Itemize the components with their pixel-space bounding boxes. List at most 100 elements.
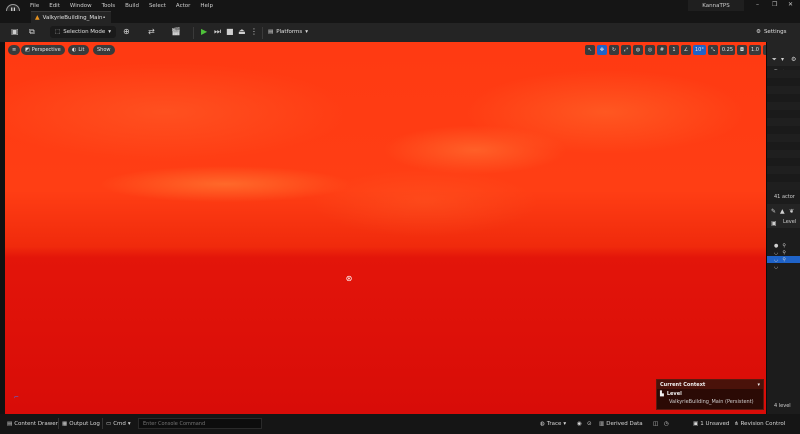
level-row[interactable]: ● ⚲ xyxy=(767,242,800,249)
history-icon[interactable]: ◷ xyxy=(664,418,669,430)
context-level-name[interactable]: ValkyrieBuilding_Main (Persistent) xyxy=(657,399,763,405)
chevron-down-icon: ▾ xyxy=(757,381,760,388)
show-button[interactable]: Show xyxy=(93,45,115,55)
chevron-down-icon: ▾ xyxy=(305,29,309,35)
chevron-down-icon[interactable]: ▾ xyxy=(781,56,784,63)
database-icon: ▥ xyxy=(599,421,605,427)
cmd-dropdown[interactable]: ▭ Cmd ▾ xyxy=(106,418,131,430)
level-row[interactable]: ◡ ⚲ xyxy=(767,249,800,256)
minimize-button[interactable]: – xyxy=(756,1,759,8)
context-header[interactable]: Current Context ▾ xyxy=(657,380,763,389)
outliner-settings-icon[interactable]: ⚙ xyxy=(791,56,796,63)
menu-file[interactable]: File xyxy=(30,3,39,9)
play-icon[interactable]: ▶ xyxy=(201,27,207,36)
rotation-snap-value[interactable]: 10° xyxy=(693,44,706,55)
surface-snap-icon[interactable]: ◎ xyxy=(645,44,655,55)
menu-bar: File Edit Window Tools Build Select Acto… xyxy=(30,3,213,9)
tab-level[interactable]: ▲ ValkyrieBuilding_Main• xyxy=(31,11,111,23)
menu-tools[interactable]: Tools xyxy=(102,3,116,9)
foliage-icon[interactable]: ❦ xyxy=(789,208,794,215)
content-browser-icon[interactable]: ⧉ xyxy=(29,27,35,37)
maximize-button[interactable]: ❐ xyxy=(772,1,777,8)
lit-button[interactable]: ◐ Lit xyxy=(68,45,89,55)
actor-count: 41 actor xyxy=(774,194,795,200)
derived-data-button[interactable]: ▥ Derived Data xyxy=(599,418,643,430)
add-actor-icon[interactable]: ⊕ xyxy=(123,27,130,36)
scale-snap-value[interactable]: 0.25 xyxy=(719,44,736,55)
trace-label: Trace xyxy=(546,421,562,427)
rotation-snap-icon[interactable]: ∠ xyxy=(681,44,691,55)
filter-icon[interactable]: ⏷ xyxy=(772,56,777,64)
viewport-transform-toolbar: ↖ ✥ ↻ ⤢ ◍ ◎ # 1 ∠ 10° ⤡ 0.25 ◘ 1.0 ⊞ xyxy=(585,44,766,55)
camera-speed-icon[interactable]: ◘ xyxy=(737,44,748,55)
settings-dropdown[interactable]: ⚙ Settings xyxy=(756,26,787,38)
revision-control-icon: ⋔ xyxy=(734,421,739,427)
perspective-label: Perspective xyxy=(31,47,61,53)
lock-icon[interactable]: ⚲ xyxy=(782,257,786,263)
menu-select[interactable]: Select xyxy=(149,3,166,9)
level-icon: ▣ xyxy=(771,220,777,227)
more-options-icon[interactable]: ⋮ xyxy=(250,27,258,36)
eye-closed-icon[interactable]: ◡ xyxy=(774,264,778,270)
level-count: 4 level xyxy=(774,403,791,409)
content-drawer-button[interactable]: ▤ Content Drawer xyxy=(7,418,58,430)
player-start-icon[interactable]: ⊛ xyxy=(344,274,354,284)
translate-tool-icon[interactable]: ✥ xyxy=(597,44,607,55)
scale-tool-icon[interactable]: ⤢ xyxy=(621,44,631,55)
grid-snap-icon[interactable]: # xyxy=(657,44,667,55)
perspective-button[interactable]: ◩ Perspective xyxy=(21,45,65,55)
menu-window[interactable]: Window xyxy=(70,3,92,9)
settings-label: Settings xyxy=(763,29,787,35)
camera-icon[interactable]: ◉ xyxy=(577,418,582,430)
console-command-input[interactable] xyxy=(138,418,262,429)
menu-edit[interactable]: Edit xyxy=(49,3,60,9)
viewport-options-button[interactable]: ≡ xyxy=(8,45,21,55)
eye-icon[interactable]: ● xyxy=(774,243,778,249)
world-space-icon[interactable]: ◍ xyxy=(633,44,643,55)
menu-actor[interactable]: Actor xyxy=(176,3,190,9)
platforms-dropdown[interactable]: ▤ Platforms ▾ xyxy=(268,26,308,38)
rotate-tool-icon[interactable]: ↻ xyxy=(609,44,619,55)
level-row[interactable]: ◡ xyxy=(767,263,800,270)
platforms-label: Platforms xyxy=(276,29,303,35)
landscape-icon[interactable]: ▲ xyxy=(780,208,785,215)
eject-icon[interactable]: ⏏ xyxy=(238,27,246,36)
scale-snap-icon[interactable]: ⤡ xyxy=(707,44,718,55)
level-viewport[interactable]: ≡ ◩ Perspective ◐ Lit Show ↖ ✥ ↻ ⤢ ◍ ◎ #… xyxy=(5,42,766,414)
save-icon[interactable]: ▣ xyxy=(11,27,19,36)
eye-closed-icon[interactable]: ◡ xyxy=(774,257,778,263)
cmd-label: Cmd xyxy=(113,421,126,427)
select-tool-icon[interactable]: ↖ xyxy=(585,44,595,55)
stop-icon[interactable]: ■ xyxy=(226,27,234,36)
output-log-button[interactable]: ▦ Output Log xyxy=(62,418,100,430)
notifications-icon[interactable]: ◫ xyxy=(653,418,658,430)
title-bar: U File Edit Window Tools Build Select Ac… xyxy=(0,0,800,18)
lock-icon[interactable]: ⚲ xyxy=(782,243,786,249)
status-divider xyxy=(102,418,103,429)
blueprint-icon[interactable]: ⇄ xyxy=(148,27,155,36)
levels-label: Level xyxy=(783,219,797,225)
main-toolbar: ▣ ⧉ ⊕ ⇄ 🎬︎ ▶ ⏭ ■ ⏏ ⋮ xyxy=(0,23,800,42)
step-icon[interactable]: ⏭ xyxy=(214,27,221,37)
unsaved-button[interactable]: ▣ 1 Unsaved xyxy=(693,418,729,430)
trace-dropdown[interactable]: ◍ Trace ▾ xyxy=(540,418,566,430)
hamburger-icon: ≡ xyxy=(12,47,17,53)
current-context-panel: Current Context ▾ ▙ Level ValkyrieBuildi… xyxy=(656,379,764,410)
revision-control-button[interactable]: ⋔ Revision Control xyxy=(734,418,785,430)
brush-icon[interactable]: ✎ xyxy=(771,208,776,215)
cinematics-icon[interactable]: 🎬︎ xyxy=(171,27,181,36)
close-button[interactable]: ✕ xyxy=(788,1,793,8)
record-icon[interactable]: ⊙ xyxy=(587,418,592,430)
project-name: KannaTPS xyxy=(688,0,744,11)
menu-build[interactable]: Build xyxy=(125,3,139,9)
eye-closed-icon[interactable]: ◡ xyxy=(774,250,778,256)
camera-speed-value[interactable]: 1.0 xyxy=(749,44,761,55)
menu-help[interactable]: Help xyxy=(200,3,213,9)
lock-icon[interactable]: ⚲ xyxy=(782,250,786,256)
toolbar-divider xyxy=(262,27,263,39)
selection-mode-dropdown[interactable]: ⬚ Selection Mode ▾ xyxy=(50,26,117,38)
level-row[interactable]: ◡ ⚲ xyxy=(767,256,800,263)
grid-size-value[interactable]: 1 xyxy=(669,44,679,55)
selection-mode-label: Selection Mode xyxy=(63,29,106,35)
outliner-list[interactable] xyxy=(767,70,800,190)
